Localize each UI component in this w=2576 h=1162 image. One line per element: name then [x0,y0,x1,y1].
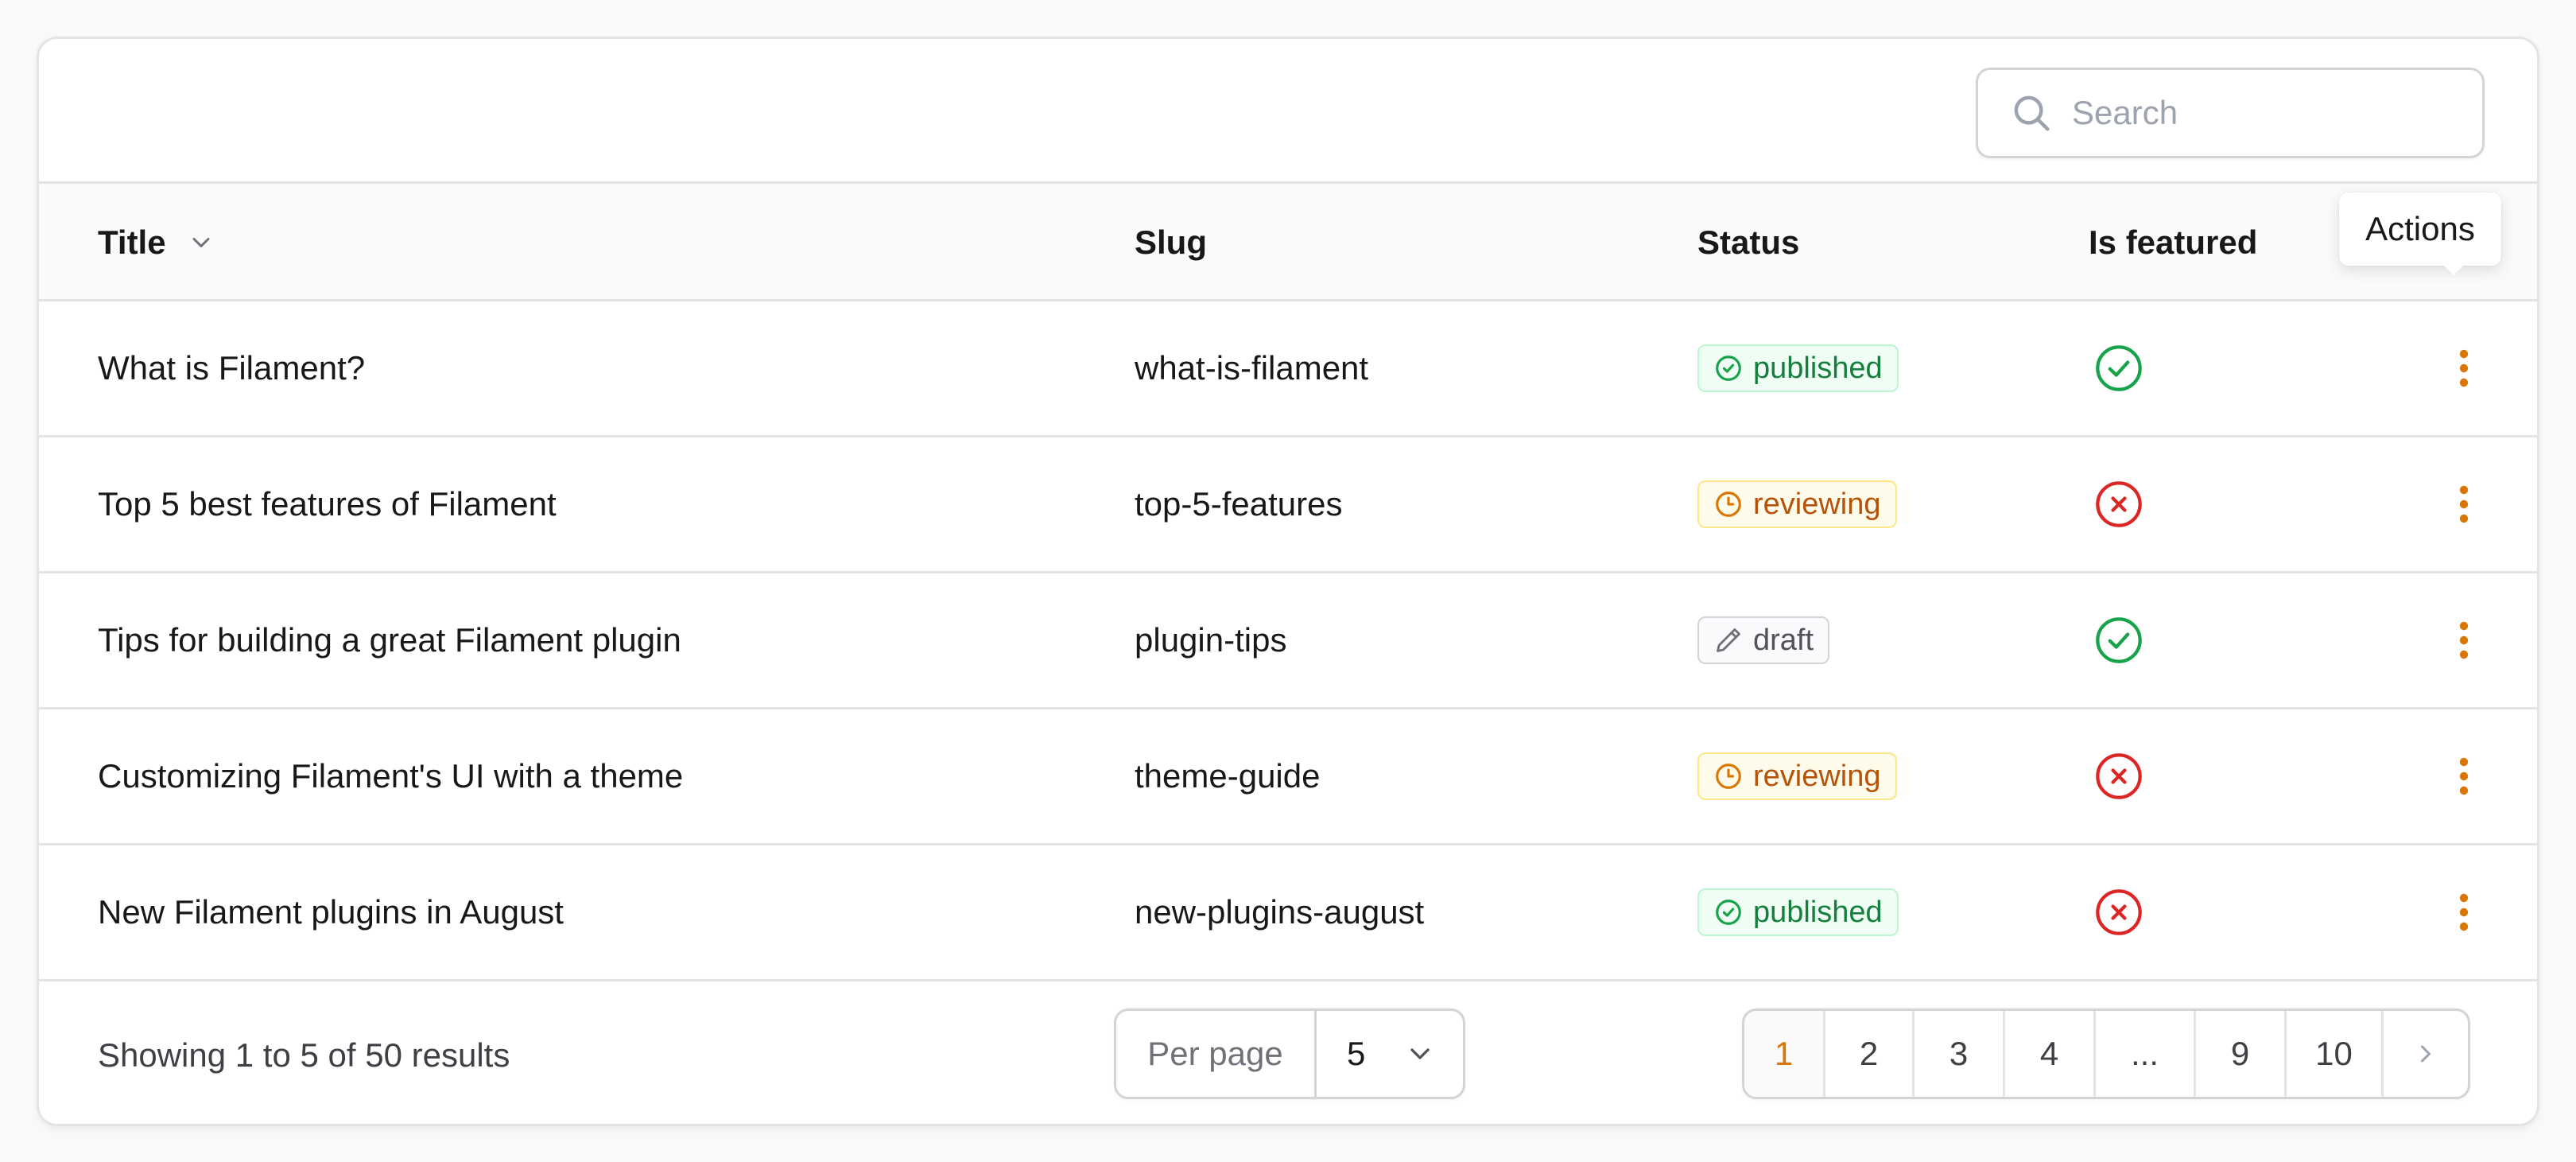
pagination: 1 2 3 4... 9 10 [1742,1008,2470,1099]
dots-vertical-icon [2459,893,2469,931]
column-header-slug: Slug [1135,223,1207,261]
dots-vertical-icon [2459,485,2469,523]
pagination-page-1[interactable]: 1 [1744,1011,1825,1097]
cell-is-featured [2093,437,2144,571]
cell-is-featured [2093,573,2144,707]
cell-title: What is Filament? [98,349,366,387]
cell-title: Tips for building a great Filament plugi… [98,621,681,659]
table-footer: Showing 1 to 5 of 50 results Per page 5 … [39,981,2537,1124]
dots-vertical-icon [2459,349,2469,387]
dots-vertical-icon [2459,757,2469,795]
table-row[interactable]: Customizing Filament's UI with a theme t… [39,709,2537,845]
status-badge: reviewing [1697,480,1897,528]
x-circle-icon [2096,753,2142,799]
pagination-page-4[interactable]: 4 [2005,1011,2096,1097]
chevron-right-icon [2421,1045,2431,1063]
status-badge-label: reviewing [1753,759,1881,793]
actions-tooltip: Actions [2339,192,2501,266]
table-row[interactable]: Tips for building a great Filament plugi… [39,573,2537,709]
pagination-next-button[interactable] [2384,1011,2468,1097]
clock-icon [1713,761,1753,791]
pagination-page-3[interactable]: 3 [1915,1011,2005,1097]
column-header-title-label: Title [98,223,166,261]
per-page-label: Per page [1116,1011,1317,1097]
row-actions-button[interactable] [2440,480,2488,528]
cell-status: draft [1697,573,1830,707]
search-input[interactable] [2072,94,2422,132]
row-actions-button[interactable] [2440,344,2488,392]
cell-slug: plugin-tips [1135,621,1287,659]
pagination-page-9[interactable]: 9 [2196,1011,2287,1097]
pagination-ellipsis: ... [2096,1011,2196,1097]
check-circle-icon [2096,617,2142,663]
cell-slug: new-plugins-august [1135,893,1425,931]
per-page-value: 5 [1347,1035,1366,1072]
table-row[interactable]: Top 5 best features of Filament top-5-fe… [39,437,2537,573]
cell-slug: what-is-filament [1135,349,1369,387]
row-actions-button[interactable] [2440,888,2488,936]
table-toolbar [39,39,2537,184]
status-badge-label: reviewing [1753,487,1881,521]
column-header-status: Status [1697,223,1800,261]
dots-vertical-icon [2459,621,2469,659]
check-circle-icon [1713,353,1753,383]
cell-is-featured [2093,709,2144,843]
cell-title: Top 5 best features of Filament [98,485,557,523]
cell-title: Customizing Filament's UI with a theme [98,757,684,795]
search-field[interactable] [1976,68,2485,158]
table-header: Title Slug Status Is featured [39,184,2537,301]
pagination-page-2[interactable]: 2 [1825,1011,1915,1097]
x-circle-icon [2096,481,2142,527]
search-icon [2014,95,2050,131]
check-circle-icon [1713,897,1753,927]
tooltip-arrow [2441,262,2466,275]
results-summary: Showing 1 to 5 of 50 results [98,1036,510,1074]
per-page-control: Per page 5 [1114,1008,1465,1099]
status-badge: draft [1697,616,1830,664]
cell-status: published [1697,301,1899,435]
table-row[interactable]: New Filament plugins in August new-plugi… [39,845,2537,981]
status-badge-label: published [1753,351,1883,385]
column-header-title[interactable]: Title [98,184,215,301]
cell-is-featured [2093,845,2144,979]
posts-table-card: Title Slug Status Is featured What is Fi… [37,37,2539,1126]
status-badge-label: published [1753,895,1883,929]
cell-slug: top-5-features [1135,485,1343,523]
column-header-is-featured: Is featured [2089,223,2258,261]
status-badge-label: draft [1753,623,1814,657]
cell-slug: theme-guide [1135,757,1321,795]
row-actions-button[interactable] [2440,752,2488,800]
status-badge: published [1697,888,1899,936]
pencil-icon [1713,625,1753,655]
per-page-select[interactable]: 5 [1317,1011,1463,1097]
cell-title: New Filament plugins in August [98,893,564,931]
cell-status: reviewing [1697,709,1897,843]
status-badge: published [1697,344,1899,392]
cell-is-featured [2093,301,2144,435]
chevron-down-icon [1410,1048,1430,1059]
cell-status: reviewing [1697,437,1897,571]
row-actions-button[interactable] [2440,616,2488,664]
status-badge: reviewing [1697,752,1897,800]
chevron-down-icon[interactable] [187,228,215,257]
x-circle-icon [2096,889,2142,935]
pagination-page-10[interactable]: 10 [2287,1011,2384,1097]
check-circle-icon [2096,345,2142,391]
table-row[interactable]: What is Filament? what-is-filament publi… [39,301,2537,437]
cell-status: published [1697,845,1899,979]
clock-icon [1713,489,1753,519]
